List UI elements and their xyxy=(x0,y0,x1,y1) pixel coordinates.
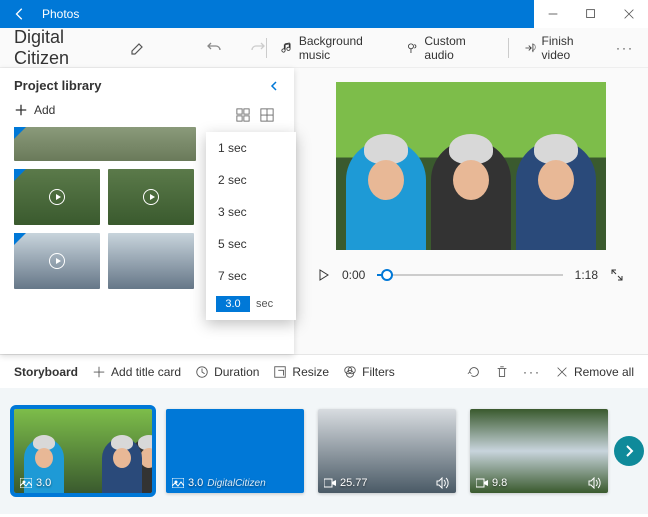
clip-duration: 25.77 xyxy=(340,477,368,489)
library-heading: Project library xyxy=(14,78,101,93)
video-canvas[interactable] xyxy=(336,82,606,250)
storyboard-clip[interactable]: 3.0 xyxy=(14,409,152,493)
play-button[interactable] xyxy=(318,269,330,281)
collapse-library-button[interactable] xyxy=(268,80,280,92)
more-button[interactable]: ··· xyxy=(616,41,634,55)
storyboard-toolbar: Storyboard Add title card Duration Resiz… xyxy=(0,354,648,388)
back-button[interactable] xyxy=(0,0,40,28)
filters-button[interactable]: Filters xyxy=(343,365,395,379)
app-title: Photos xyxy=(42,7,79,21)
fullscreen-button[interactable] xyxy=(610,268,624,282)
background-music-button[interactable]: Background music xyxy=(281,34,393,62)
delete-clip-button[interactable] xyxy=(495,365,509,379)
redo-button[interactable] xyxy=(250,40,266,56)
storyboard: 3.0 3.0 DigitalCitizen 25.77 9.8 xyxy=(0,388,648,514)
video-icon xyxy=(324,478,336,488)
speaker-icon xyxy=(436,477,450,489)
maximize-button[interactable] xyxy=(572,0,610,28)
minimize-button[interactable] xyxy=(534,0,572,28)
resize-button[interactable]: Resize xyxy=(273,365,329,379)
body: Project library Add xyxy=(0,68,648,354)
video-icon xyxy=(476,478,488,488)
library-item[interactable] xyxy=(14,127,196,161)
clip-duration: 3.0 xyxy=(36,477,51,489)
storyboard-clip[interactable]: 3.0 DigitalCitizen xyxy=(166,409,304,493)
duration-option[interactable]: 5 sec xyxy=(206,228,296,260)
toolbar: Digital Citizen Background music Custom … xyxy=(0,28,648,68)
undo-button[interactable] xyxy=(206,40,222,56)
thumbnail-small-button[interactable] xyxy=(236,108,250,122)
rename-button[interactable] xyxy=(130,40,146,56)
storyboard-clip[interactable]: 9.8 xyxy=(470,409,608,493)
photo-icon xyxy=(20,478,32,488)
add-title-card-button[interactable]: Add title card xyxy=(92,365,181,379)
remove-all-button[interactable]: Remove all xyxy=(555,365,634,379)
storyboard-clip[interactable]: 25.77 xyxy=(318,409,456,493)
thumbnail-large-button[interactable] xyxy=(260,108,274,122)
library-item[interactable] xyxy=(14,233,100,289)
duration-button[interactable]: Duration xyxy=(195,365,259,379)
duration-option[interactable]: 2 sec xyxy=(206,164,296,196)
custom-audio-button[interactable]: Custom audio xyxy=(406,34,494,62)
duration-menu: 1 sec 2 sec 3 sec 5 sec 7 sec sec xyxy=(206,132,296,320)
total-time: 1:18 xyxy=(575,268,598,282)
clip-caption: DigitalCitizen xyxy=(207,478,265,489)
seek-bar[interactable] xyxy=(377,274,562,276)
clip-duration: 3.0 xyxy=(188,477,203,489)
finish-video-button[interactable]: Finish video xyxy=(523,34,602,62)
current-time: 0:00 xyxy=(342,268,365,282)
scroll-right-button[interactable] xyxy=(614,436,644,466)
duration-option[interactable]: 1 sec xyxy=(206,132,296,164)
titlebar: Photos xyxy=(0,0,648,28)
duration-custom-input[interactable] xyxy=(216,296,250,312)
duration-option[interactable]: 7 sec xyxy=(206,260,296,292)
duration-unit: sec xyxy=(256,298,273,310)
library-item[interactable] xyxy=(14,169,100,225)
photo-icon xyxy=(172,478,184,488)
duration-option[interactable]: 3 sec xyxy=(206,196,296,228)
rotate-button[interactable] xyxy=(467,365,481,379)
storyboard-label: Storyboard xyxy=(14,365,78,379)
library-item[interactable] xyxy=(108,233,194,289)
speaker-icon xyxy=(588,477,602,489)
more-clip-button[interactable]: ··· xyxy=(523,365,541,379)
video-preview: 0:00 1:18 xyxy=(294,68,648,354)
library-item[interactable] xyxy=(108,169,194,225)
project-title: Digital Citizen xyxy=(14,27,120,69)
close-button[interactable] xyxy=(610,0,648,28)
clip-duration: 9.8 xyxy=(492,477,507,489)
